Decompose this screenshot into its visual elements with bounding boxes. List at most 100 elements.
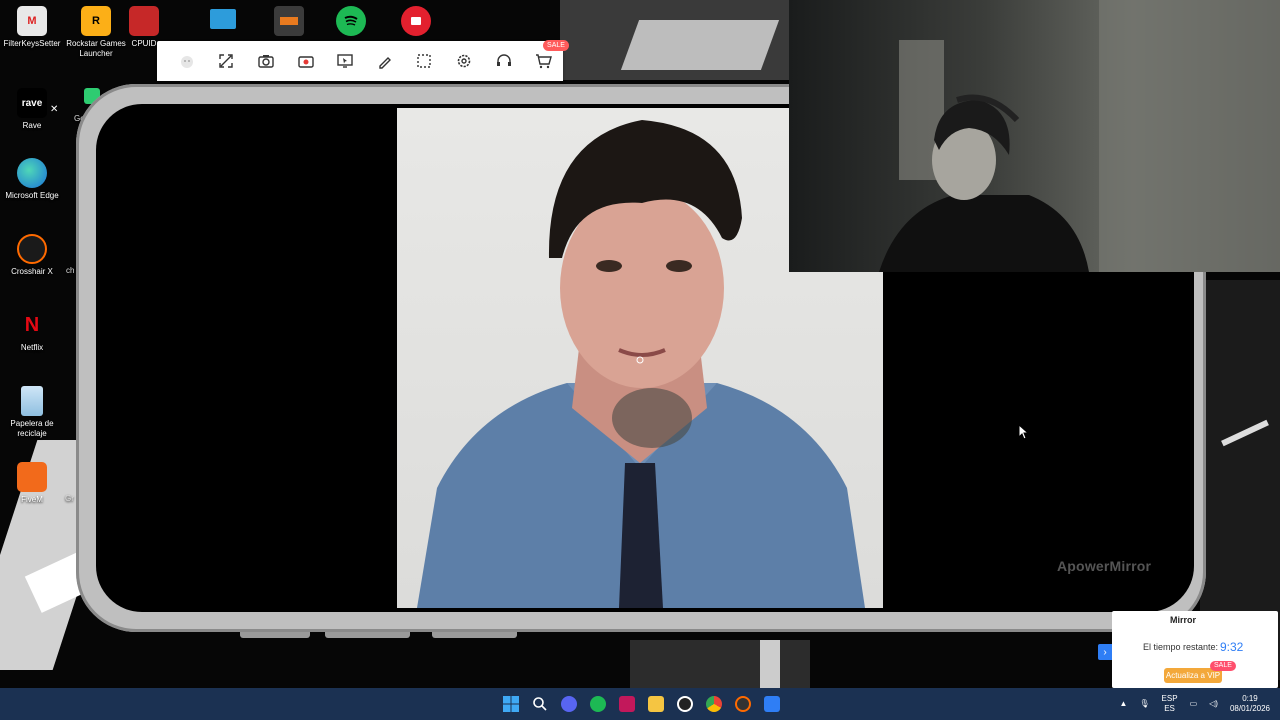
remaining-time-label: El tiempo restante: <box>1143 642 1219 652</box>
desktop-icon-recycle-bin[interactable]: Papelera de reciclaje <box>1 386 63 439</box>
panel-expand-button[interactable]: › <box>1098 644 1112 660</box>
record-icon <box>297 56 314 68</box>
apowermirror-icon <box>763 696 780 712</box>
frame-button <box>240 632 310 638</box>
desktop-icon-partial[interactable]: ch <box>66 266 74 275</box>
windows-icon <box>502 696 519 712</box>
monitor-pointer-icon <box>337 54 353 68</box>
vip-sale-badge: SALE <box>1210 661 1236 671</box>
desktop-icon-label: Rockstar Games Launcher <box>66 39 126 58</box>
support-button[interactable] <box>484 41 524 81</box>
dashed-select-icon <box>417 54 432 68</box>
store-button[interactable]: SALE <box>523 40 569 81</box>
close-icon[interactable]: ✕ <box>50 104 58 115</box>
cpuid-icon <box>129 6 159 36</box>
desktop-icon-fivem[interactable]: FiveM <box>1 462 63 505</box>
app-dark-icon <box>676 696 693 712</box>
remaining-time-value: 9:32 <box>1220 640 1244 654</box>
recycle-bin-icon <box>21 386 43 416</box>
vip-time-panel: Mirror El tiempo restante: 9:32 Actualiz… <box>1112 611 1278 688</box>
headset-icon <box>496 54 511 66</box>
language-code: ESP <box>1161 694 1178 703</box>
tray-overflow-icon[interactable]: ▲ <box>1119 699 1127 709</box>
desktop-icon-netflix[interactable]: N Netflix <box>1 310 63 353</box>
taskbar-apps <box>496 688 786 720</box>
start-button[interactable] <box>496 688 525 720</box>
search-icon <box>532 697 547 711</box>
brush-icon <box>379 57 391 69</box>
desktop-icon-edge[interactable]: Microsoft Edge <box>1 158 63 201</box>
frame-button <box>325 632 410 638</box>
wallpaper-shape <box>630 640 810 690</box>
desktop-icon-label: CPUID <box>131 39 157 48</box>
filterkeys-icon: M <box>17 6 47 36</box>
netflix-icon: N <box>24 313 40 336</box>
webcam-overlay <box>789 0 1280 272</box>
webcam-image <box>879 0 1280 272</box>
taskbar-apowermirror[interactable] <box>757 688 786 720</box>
desktop-icon-label: Netflix <box>20 343 44 352</box>
clock-date: 08/01/2026 <box>1229 704 1270 713</box>
apowermirror-watermark: ApowerMirror <box>1057 558 1152 574</box>
sale-badge: SALE <box>543 40 569 51</box>
ryzen-master-icon[interactable] <box>274 6 304 36</box>
vip-panel-title: Mirror <box>1170 615 1197 625</box>
language-indicator[interactable]: ESP ES <box>1162 694 1178 714</box>
settings-button[interactable] <box>444 41 484 81</box>
crop-button[interactable] <box>405 41 445 81</box>
desktop-icon-partial[interactable]: Gr <box>65 494 74 503</box>
fullscreen-button[interactable] <box>207 41 247 81</box>
screenshot-button[interactable] <box>246 41 286 81</box>
desktop-icon-rockstar[interactable]: R Rockstar Games Launcher <box>65 6 127 59</box>
fivem-icon <box>17 462 47 492</box>
desktop-icon-label: Microsoft Edge <box>5 191 59 200</box>
system-tray: ▲ 🎙 ESP ES ▭ ◁) 0:19 08/01/2026 <box>1113 688 1280 720</box>
rave-icon: rave <box>17 88 47 118</box>
wallpaper-shape <box>760 640 780 690</box>
volume-icon[interactable]: ◁) <box>1209 699 1218 709</box>
discord-icon <box>560 696 577 712</box>
monitor-icon[interactable] <box>210 9 236 29</box>
screen-share-button[interactable] <box>325 41 365 81</box>
desktop-icon-label: Rave <box>22 121 42 130</box>
clock-time: 0:19 <box>1242 694 1258 703</box>
taskbar-discord[interactable] <box>554 688 583 720</box>
microphone-icon[interactable]: 🎙 <box>1139 699 1149 709</box>
folder-icon <box>647 696 664 712</box>
crosshair-icon <box>734 696 751 712</box>
app-icon-red[interactable] <box>401 6 431 36</box>
mouse-cursor-icon <box>1018 424 1030 440</box>
keyboard-layout: ES <box>1164 704 1175 713</box>
edge-icon <box>17 158 47 188</box>
desktop-icon-label: FilterKeysSetter <box>3 39 61 48</box>
record-button[interactable] <box>286 41 326 81</box>
app-x-icon <box>618 696 635 712</box>
taskbar-app-x[interactable] <box>612 688 641 720</box>
cart-icon <box>536 54 553 69</box>
taskbar-file-explorer[interactable] <box>641 688 670 720</box>
network-icon[interactable]: ▭ <box>1190 699 1198 709</box>
apowermirror-logo-icon[interactable] <box>167 41 207 81</box>
brush-button[interactable] <box>365 41 405 81</box>
chrome-icon <box>705 696 722 712</box>
taskbar-search-button[interactable] <box>525 688 554 720</box>
desktop-icon-crosshair[interactable]: Crosshair X <box>1 234 63 277</box>
taskbar-spotify[interactable] <box>583 688 612 720</box>
wallpaper-shape <box>620 20 780 70</box>
expand-icon <box>219 54 234 68</box>
taskbar-app-dark[interactable] <box>670 688 699 720</box>
desktop-icon-label: Crosshair X <box>11 267 53 276</box>
spotify-icon[interactable] <box>336 6 366 36</box>
taskbar-chrome[interactable] <box>699 688 728 720</box>
frame-button <box>432 632 517 638</box>
clock[interactable]: 0:19 08/01/2026 <box>1230 694 1270 714</box>
desktop-icon-label: FiveM <box>21 495 43 504</box>
spotify-icon <box>589 696 606 712</box>
mirror-toolbar: SALE <box>157 40 569 81</box>
taskbar: ▲ 🎙 ESP ES ▭ ◁) 0:19 08/01/2026 <box>0 688 1280 720</box>
taskbar-crosshair[interactable] <box>728 688 757 720</box>
desktop-icon-filterkeyssetter[interactable]: M FilterKeysSetter <box>1 6 63 49</box>
rockstar-icon: R <box>81 6 111 36</box>
desktop-icon-label: Papelera de reciclaje <box>10 419 54 438</box>
gear-icon <box>457 54 471 68</box>
